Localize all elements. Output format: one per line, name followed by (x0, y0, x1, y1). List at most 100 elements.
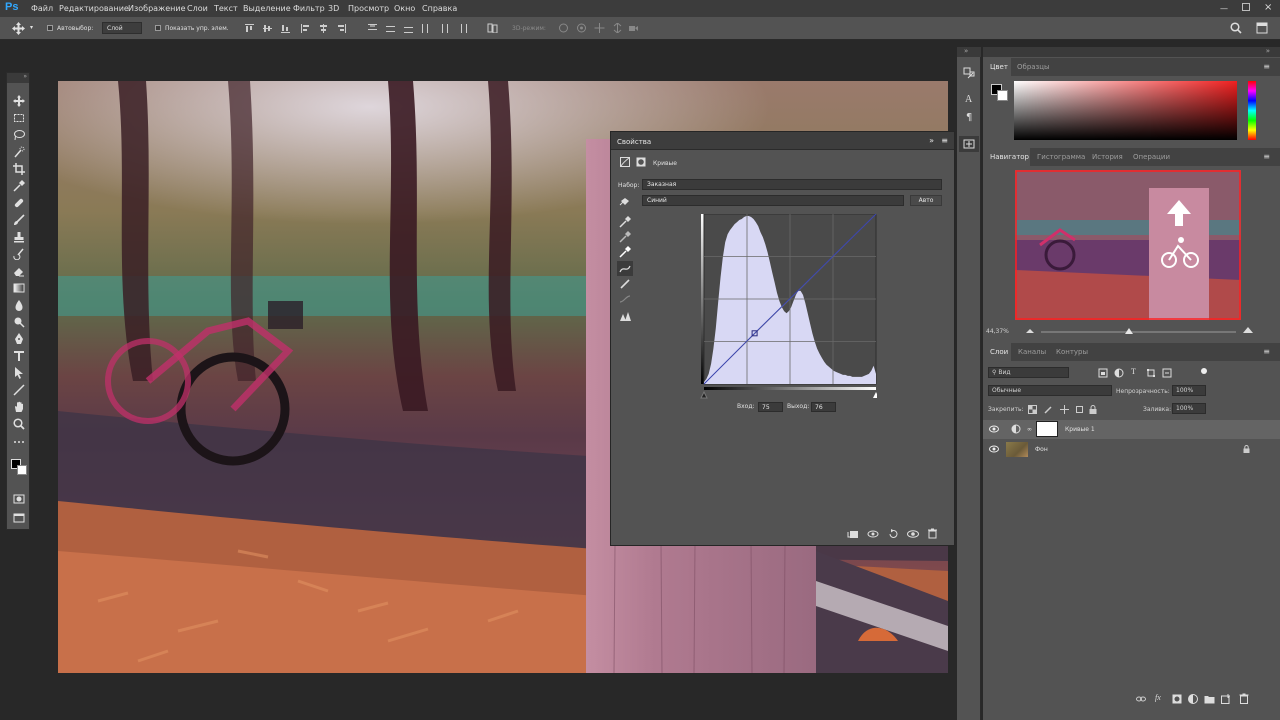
3d-pan-icon[interactable] (594, 23, 605, 33)
visibility-icon[interactable] (907, 529, 919, 539)
menu-filter[interactable]: Фильтр (293, 4, 325, 13)
3d-rotate-icon[interactable] (558, 23, 569, 33)
distribute-top-icon[interactable] (367, 23, 378, 33)
pen-tool-icon[interactable] (13, 333, 25, 345)
menu-layers[interactable]: Слои (187, 4, 208, 13)
zoom-in-icon[interactable] (1243, 326, 1253, 334)
maximize-icon[interactable] (1242, 3, 1250, 11)
distribute-right-icon[interactable] (457, 23, 468, 33)
preset-dropdown[interactable]: Заказная (642, 179, 942, 190)
marquee-tool-icon[interactable] (13, 112, 25, 124)
panel-menu-icon[interactable]: ≡ (941, 136, 948, 145)
layer-mask-icon[interactable] (636, 157, 646, 167)
layer-name[interactable]: Кривые 1 (1065, 426, 1095, 433)
lock-image-pixels-icon[interactable] (1044, 405, 1053, 414)
visibility-icon[interactable] (989, 425, 999, 433)
tab-history[interactable]: История (1092, 153, 1123, 161)
filter-smart-object-icon[interactable] (1162, 368, 1172, 378)
new-layer-icon[interactable] (1221, 694, 1231, 704)
align-top-icon[interactable] (244, 23, 255, 33)
crop-tool-icon[interactable] (13, 163, 25, 175)
gradient-tool-icon[interactable] (13, 282, 25, 294)
layer-mask-thumbnail[interactable] (1036, 421, 1058, 437)
opacity-field[interactable]: 100% (1172, 385, 1206, 396)
filter-toggle-icon[interactable] (1201, 368, 1207, 374)
distribute-left-icon[interactable] (421, 23, 432, 33)
blend-mode-dropdown[interactable]: Обычные (988, 385, 1112, 396)
align-bottom-icon[interactable] (280, 23, 291, 33)
eyedropper-tool-icon[interactable] (13, 180, 25, 192)
collapse-icon[interactable]: » (964, 47, 968, 55)
link-layers-icon[interactable] (1136, 695, 1146, 703)
tab-paths[interactable]: Контуры (1056, 348, 1088, 356)
lasso-tool-icon[interactable] (13, 129, 25, 141)
history-brush-tool-icon[interactable] (13, 248, 25, 260)
clip-to-layer-icon[interactable] (847, 529, 859, 539)
zoom-tool-icon[interactable] (13, 418, 25, 430)
input-value-field[interactable]: 75 (758, 402, 783, 412)
zoom-out-icon[interactable] (1026, 328, 1034, 334)
layer-row-curves[interactable]: ∞ Кривые 1 (983, 420, 1280, 439)
line-tool-icon[interactable] (13, 384, 25, 396)
visibility-icon[interactable] (989, 445, 999, 453)
view-previous-state-icon[interactable] (867, 529, 879, 539)
clone-stamp-tool-icon[interactable] (13, 231, 25, 243)
collapse-icon[interactable]: » (929, 136, 934, 145)
panel-menu-icon[interactable]: ≡ (1263, 152, 1270, 161)
paragraph-icon[interactable]: ¶ (966, 112, 972, 123)
menu-window[interactable]: Окно (394, 4, 415, 13)
move-tool-icon[interactable] (13, 95, 25, 107)
tab-histogram[interactable]: Гистограмма (1037, 153, 1085, 161)
align-hcenter-icon[interactable] (318, 23, 329, 33)
targeted-adjustment-icon[interactable] (619, 196, 631, 207)
new-adjustment-layer-icon[interactable] (1188, 694, 1198, 704)
fill-field[interactable]: 100% (1172, 403, 1206, 414)
navigator-thumbnail[interactable] (1015, 170, 1241, 320)
filter-shape-icon[interactable] (1146, 368, 1156, 378)
close-icon[interactable]: × (1264, 2, 1272, 13)
distribute-vcenter-icon[interactable] (385, 23, 396, 33)
new-group-icon[interactable] (1204, 694, 1215, 704)
character-icon[interactable]: A (965, 94, 972, 105)
trash-icon[interactable] (1239, 693, 1249, 704)
tab-channels[interactable]: Каналы (1018, 348, 1046, 356)
reset-icon[interactable] (887, 529, 899, 539)
curves-graph[interactable] (697, 214, 877, 399)
channel-dropdown[interactable]: Синий (642, 195, 904, 206)
menu-type[interactable]: Текст (214, 4, 238, 13)
properties-panel-header[interactable]: Свойства » ≡ (611, 132, 954, 150)
output-value-field[interactable]: 76 (811, 402, 836, 412)
eraser-tool-icon[interactable] (13, 265, 25, 277)
menu-edit[interactable]: Редактирование (59, 4, 129, 13)
white-point-eyedropper-icon[interactable] (619, 246, 631, 258)
menu-select[interactable]: Выделение (243, 4, 291, 13)
search-icon[interactable] (1230, 22, 1242, 34)
auto-button[interactable]: Авто (910, 195, 942, 206)
tab-navigator[interactable]: Навигатор (990, 153, 1029, 161)
healing-brush-tool-icon[interactable] (13, 197, 25, 209)
align-vcenter-icon[interactable] (262, 23, 273, 33)
distribute-hcenter-icon[interactable] (439, 23, 450, 33)
distribute-bottom-icon[interactable] (403, 23, 414, 33)
hand-tool-icon[interactable] (13, 401, 25, 413)
screen-mode-icon[interactable] (13, 512, 25, 524)
add-mask-icon[interactable] (1172, 694, 1182, 704)
pencil-curve-tool-icon[interactable] (619, 278, 631, 290)
minimize-icon[interactable]: — (1220, 4, 1228, 13)
type-tool-icon[interactable] (13, 350, 25, 362)
auto-align-icon[interactable] (487, 23, 498, 33)
collapse-icon[interactable]: » (23, 73, 29, 80)
zoom-slider[interactable] (1041, 331, 1236, 333)
collapse-icon[interactable]: » (1266, 47, 1270, 55)
blur-tool-icon[interactable] (13, 299, 25, 311)
3d-scale-icon[interactable] (628, 23, 639, 33)
3d-roll-icon[interactable] (576, 23, 587, 33)
lock-transparent-pixels-icon[interactable] (1028, 405, 1037, 414)
menu-image[interactable]: Изображение (128, 4, 186, 13)
show-controls-checkbox[interactable] (155, 25, 161, 31)
filter-pixel-icon[interactable] (1098, 368, 1108, 378)
trash-icon[interactable] (927, 528, 938, 539)
lock-position-icon[interactable] (1060, 405, 1069, 414)
properties-icon[interactable] (963, 138, 975, 150)
menu-3d[interactable]: 3D (328, 4, 339, 13)
